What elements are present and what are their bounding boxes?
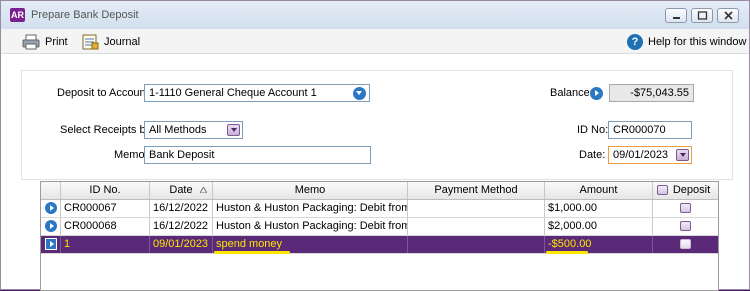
calendar-dropdown-icon[interactable] — [676, 149, 689, 161]
memo-label: Memo: — [114, 149, 148, 161]
balance-field: -$75,043.55 — [609, 84, 694, 102]
cell-date: 16/12/2022 — [150, 200, 213, 217]
select-receipts-dropdown[interactable]: All Methods — [144, 121, 243, 139]
title-bar: AR Prepare Bank Deposit — [1, 1, 749, 29]
cell-id: CR000068 — [61, 218, 150, 235]
cell-deposit — [653, 200, 718, 217]
print-label: Print — [45, 35, 68, 48]
app-logo-icon: AR — [10, 8, 25, 22]
date-label: Date: — [579, 149, 606, 161]
row-arrow-cell[interactable] — [41, 218, 61, 235]
receipts-grid: ID No. Date Memo Payment Method Amount D… — [40, 181, 719, 291]
cell-amount: $2,000.00 — [545, 218, 653, 235]
column-id-no[interactable]: ID No. — [61, 182, 150, 199]
cell-id: CR000067 — [61, 200, 150, 217]
cell-date: 09/01/2023 — [150, 236, 213, 253]
column-date[interactable]: Date — [150, 182, 213, 199]
deposit-to-account-value: 1-1110 General Cheque Account 1 — [149, 87, 317, 99]
chevron-down-icon[interactable] — [227, 124, 240, 136]
select-receipts-value: All Methods — [149, 124, 207, 136]
highlight-mark — [546, 251, 588, 254]
select-all-deposit-checkbox[interactable] — [657, 185, 668, 195]
cell-memo: Huston & Huston Packaging: Debit from 00… — [213, 200, 408, 217]
cell-payment-method — [408, 200, 545, 217]
cell-date: 16/12/2022 — [150, 218, 213, 235]
row-arrow-cell[interactable] — [41, 200, 61, 217]
maximize-icon — [697, 11, 708, 20]
select-receipts-label: Select Receipts by: — [60, 124, 155, 136]
column-payment-method[interactable]: Payment Method — [408, 182, 545, 199]
journal-label: Journal — [104, 35, 141, 48]
date-value: 09/01/2023 — [613, 149, 669, 161]
cell-deposit — [653, 218, 718, 235]
zoom-arrow-icon[interactable] — [45, 220, 57, 232]
zoom-arrow-icon[interactable] — [45, 238, 57, 250]
balance-label: Balance: — [550, 87, 593, 99]
table-row[interactable]: CR000067 16/12/2022 Huston & Huston Pack… — [41, 200, 718, 218]
cell-deposit — [653, 236, 718, 253]
cell-id: 1 — [61, 236, 150, 253]
highlight-mark — [214, 251, 290, 254]
minimize-button[interactable] — [665, 8, 687, 23]
journal-icon — [82, 34, 99, 49]
help-label: Help for this window — [648, 35, 747, 48]
minimize-icon — [673, 17, 680, 19]
help-icon: ? — [627, 33, 643, 50]
print-button[interactable]: Print — [22, 33, 68, 50]
journal-button[interactable]: Journal — [81, 33, 140, 50]
column-date-label: Date — [169, 184, 193, 196]
balance-detail-arrow-icon[interactable] — [590, 87, 603, 100]
close-button[interactable] — [717, 8, 739, 23]
id-no-input[interactable]: CR000070 — [608, 121, 692, 139]
row-arrow-cell[interactable] — [41, 236, 61, 253]
column-deposit-label: Deposit — [672, 184, 711, 196]
help-button[interactable]: ? Help for this window — [627, 33, 746, 50]
column-deposit[interactable]: Deposit — [653, 182, 718, 199]
memo-input[interactable]: Bank Deposit — [144, 146, 371, 164]
deposit-form-panel: Deposit to Account: 1-1110 General Chequ… — [21, 70, 733, 180]
deposit-to-label: Deposit to Account: — [57, 87, 152, 99]
cell-payment-method — [408, 236, 545, 253]
date-input[interactable]: 09/01/2023 — [608, 146, 692, 164]
sort-ascending-icon — [200, 187, 207, 193]
deposit-checkbox[interactable] — [680, 239, 691, 249]
zoom-arrow-icon[interactable] — [45, 202, 57, 214]
deposit-checkbox[interactable] — [680, 203, 691, 213]
cell-memo: Huston & Huston Packaging: Debit from 00… — [213, 218, 408, 235]
chevron-down-icon[interactable] — [353, 87, 366, 100]
column-memo[interactable]: Memo — [213, 182, 408, 199]
cell-amount: $1,000.00 — [545, 200, 653, 217]
column-amount[interactable]: Amount — [545, 182, 653, 199]
table-row-selected[interactable]: 1 09/01/2023 spend money -$500.00 — [41, 236, 718, 254]
printer-icon — [22, 34, 40, 49]
maximize-button[interactable] — [691, 8, 713, 23]
toolbar: Print Journal ? Help for this window — [1, 29, 749, 54]
header-spacer — [41, 182, 61, 199]
grid-header: ID No. Date Memo Payment Method Amount D… — [41, 182, 718, 200]
close-icon — [724, 11, 733, 20]
id-no-label: ID No: — [577, 124, 609, 136]
deposit-to-account-select[interactable]: 1-1110 General Cheque Account 1 — [144, 84, 370, 102]
deposit-checkbox[interactable] — [680, 221, 691, 231]
prepare-bank-deposit-window: AR Prepare Bank Deposit Print Journal ? … — [0, 0, 750, 291]
cell-payment-method — [408, 218, 545, 235]
window-title: Prepare Bank Deposit — [31, 9, 139, 21]
table-row[interactable]: CR000068 16/12/2022 Huston & Huston Pack… — [41, 218, 718, 236]
